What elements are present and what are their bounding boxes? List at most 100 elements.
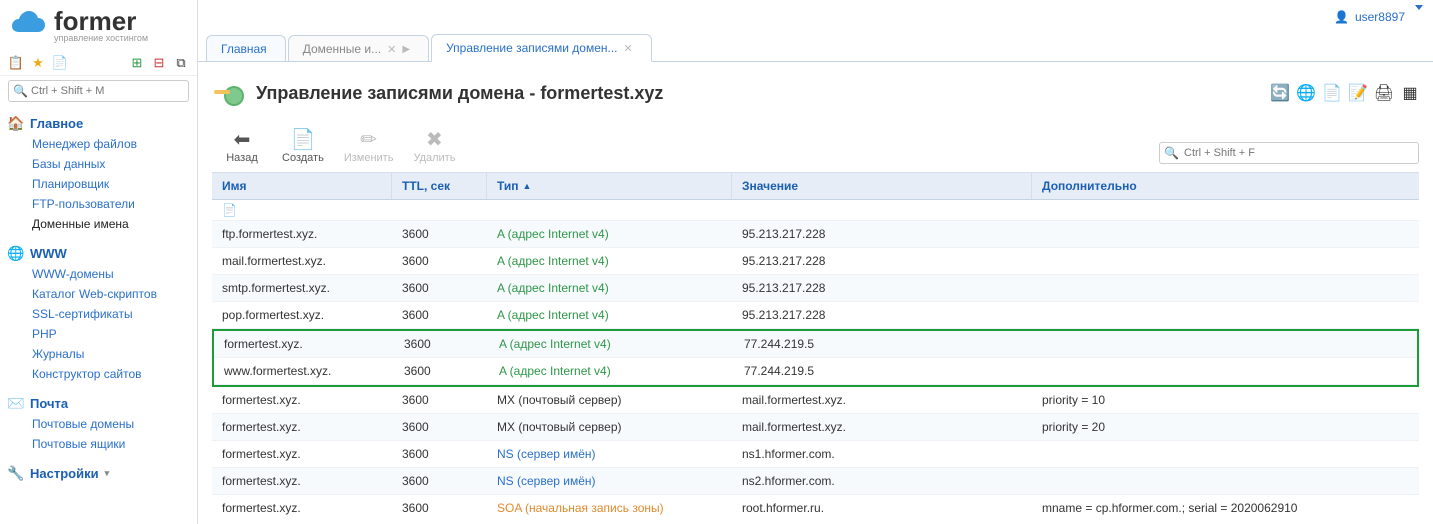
table-row[interactable]: formertest.xyz.3600A (адрес Internet v4)… [214, 331, 1417, 358]
cell-value: ns2.hformer.com. [732, 468, 1032, 494]
cell-value: 77.244.219.5 [734, 358, 1034, 384]
cell-type: A (адрес Internet v4) [487, 275, 732, 301]
cell-name: smtp.formertest.xyz. [212, 275, 392, 301]
panel-actions: 🔄 🌐 📄 📝 🖨 ▦ [1271, 84, 1419, 102]
table-row[interactable]: smtp.formertest.xyz.3600A (адрес Interne… [212, 275, 1419, 302]
col-header-ttl[interactable]: TTL, сек [392, 173, 487, 199]
sidebar-item[interactable]: SSL-сертификаты [8, 304, 189, 324]
filter-input[interactable] [1159, 142, 1419, 164]
settings-icon: 🔧 [8, 465, 24, 481]
user-icon: 👤 [1334, 10, 1349, 24]
remove-icon[interactable]: ⊟ [151, 55, 167, 71]
cell-value: mail.formertest.xyz. [732, 414, 1032, 440]
table-row[interactable]: www.formertest.xyz.3600A (адрес Internet… [214, 358, 1417, 385]
cell-value: mail.formertest.xyz. [732, 387, 1032, 413]
sidebar-item[interactable]: Журналы [8, 344, 189, 364]
table-row[interactable]: mail.formertest.xyz.3600A (адрес Interne… [212, 248, 1419, 275]
cell-extra [1032, 275, 1419, 301]
user-menu[interactable]: 👤 user8897 [1334, 10, 1423, 24]
toolbar-Назад[interactable]: ⬅Назад [222, 128, 262, 164]
table-row[interactable]: formertest.xyz.3600SOA (начальная запись… [212, 495, 1419, 516]
cell-type: A (адрес Internet v4) [487, 302, 732, 328]
sidebar-item[interactable]: Почтовые ящики [8, 434, 189, 454]
sidebar-item[interactable]: Каталог Web-скриптов [8, 284, 189, 304]
toolbar-Изменить: ✏Изменить [344, 128, 394, 164]
main-area: 👤 user8897 ГлавнаяДоменные и... ✕ ▶Управ… [198, 0, 1433, 524]
cell-extra [1032, 468, 1419, 494]
cell-ttl: 3600 [392, 414, 487, 440]
form-icon[interactable]: 📝 [1349, 84, 1367, 102]
print-icon[interactable]: 🖨 [1375, 84, 1393, 102]
sidebar-section-Главное[interactable]: 🏠Главное [8, 112, 189, 134]
breadcrumb-row[interactable]: 📄 [212, 200, 1419, 221]
col-header-value[interactable]: Значение [732, 173, 1032, 199]
sidebar-item[interactable]: Менеджер файлов [8, 134, 189, 154]
sidebar-item[interactable]: WWW-домены [8, 264, 189, 284]
cell-extra: priority = 20 [1032, 414, 1419, 440]
sidebar-section-Почта[interactable]: ✉️Почта [8, 392, 189, 414]
brand-name: former [54, 10, 148, 33]
sidebar-item[interactable]: Базы данных [8, 154, 189, 174]
cell-ttl: 3600 [392, 468, 487, 494]
copy-icon[interactable]: 📄 [1323, 84, 1341, 102]
globe-icon[interactable]: 🌐 [1297, 84, 1315, 102]
table-row[interactable]: ftp.formertest.xyz.3600A (адрес Internet… [212, 221, 1419, 248]
toolbar-Удалить: ✖Удалить [413, 128, 455, 164]
sidebar-item[interactable]: Доменные имена [8, 214, 189, 234]
toolbar-Создать[interactable]: 📄Создать [282, 128, 324, 164]
close-icon[interactable]: ✕ [624, 42, 633, 55]
sidebar-section-Настройки[interactable]: 🔧Настройки ▾ [8, 462, 189, 484]
cell-ttl: 3600 [392, 248, 487, 274]
close-icon[interactable]: ✕ [387, 43, 396, 56]
sidebar-item[interactable]: Планировщик [8, 174, 189, 194]
refresh-icon[interactable]: 🔄 [1271, 84, 1289, 102]
expand-icon[interactable]: ⧉ [173, 55, 189, 71]
cell-ttl: 3600 [394, 331, 489, 357]
cell-name: formertest.xyz. [212, 414, 392, 440]
table-row[interactable]: formertest.xyz.3600NS (сервер имён)ns1.h… [212, 441, 1419, 468]
toolbar: ⬅Назад 📄Создать ✏Изменить ✖Удалить [222, 128, 455, 164]
sidebar-section-WWW[interactable]: 🌐WWW [8, 242, 189, 264]
cell-ttl: 3600 [392, 302, 487, 328]
home-icon: 🏠 [8, 115, 24, 131]
grid-icon[interactable]: ▦ [1401, 84, 1419, 102]
search-input[interactable] [8, 80, 189, 102]
col-header-type[interactable]: Тип▲ [487, 173, 732, 199]
table-row[interactable]: formertest.xyz.3600NS (сервер имён)ns2.h… [212, 468, 1419, 495]
table-filter: 🔍 [1159, 142, 1419, 164]
star-icon[interactable]: ★ [30, 55, 46, 71]
tab[interactable]: Главная [206, 35, 286, 62]
sidebar-item[interactable]: Конструктор сайтов [8, 364, 189, 384]
tab[interactable]: Доменные и... ✕ ▶ [288, 35, 429, 62]
clipboard-icon[interactable]: 📄 [52, 55, 68, 71]
add-icon[interactable]: ⊞ [129, 55, 145, 71]
sidebar-item[interactable]: PHP [8, 324, 189, 344]
table-row[interactable]: formertest.xyz.3600MX (почтовый сервер)m… [212, 387, 1419, 414]
cell-name: ftp.formertest.xyz. [212, 221, 392, 247]
cell-name: mail.formertest.xyz. [212, 248, 392, 274]
cell-extra [1032, 441, 1419, 467]
table-row[interactable]: formertest.xyz.3600MX (почтовый сервер)m… [212, 414, 1419, 441]
cell-name: formertest.xyz. [212, 441, 392, 467]
cell-value: 95.213.217.228 [732, 248, 1032, 274]
sidebar-item[interactable]: Почтовые домены [8, 414, 189, 434]
cell-type: A (адрес Internet v4) [487, 221, 732, 247]
col-header-extra[interactable]: Дополнительно [1032, 173, 1419, 199]
chevron-right-icon: ▶ [402, 44, 410, 55]
cell-ttl: 3600 [392, 441, 487, 467]
cell-value: ns1.hformer.com. [732, 441, 1032, 467]
col-header-name[interactable]: Имя [212, 173, 392, 199]
cell-type: SOA (начальная запись зоны) [487, 495, 732, 516]
cell-type: NS (сервер имён) [487, 441, 732, 467]
tab[interactable]: Управление записями домен... ✕ [431, 34, 652, 62]
cell-name: www.formertest.xyz. [214, 358, 394, 384]
highlight-box: formertest.xyz.3600A (адрес Internet v4)… [212, 329, 1419, 387]
search-icon: 🔍 [13, 84, 28, 98]
folder-up-icon: 📄 [222, 203, 237, 217]
paste-icon[interactable]: 📋 [8, 55, 24, 71]
tabs-bar: ГлавнаяДоменные и... ✕ ▶Управление запис… [198, 34, 1433, 62]
sidebar-item[interactable]: FTP-пользователи [8, 194, 189, 214]
logo[interactable]: former управление хостингом [0, 4, 197, 51]
table-row[interactable]: pop.formertest.xyz.3600A (адрес Internet… [212, 302, 1419, 329]
cell-value: 77.244.219.5 [734, 331, 1034, 357]
